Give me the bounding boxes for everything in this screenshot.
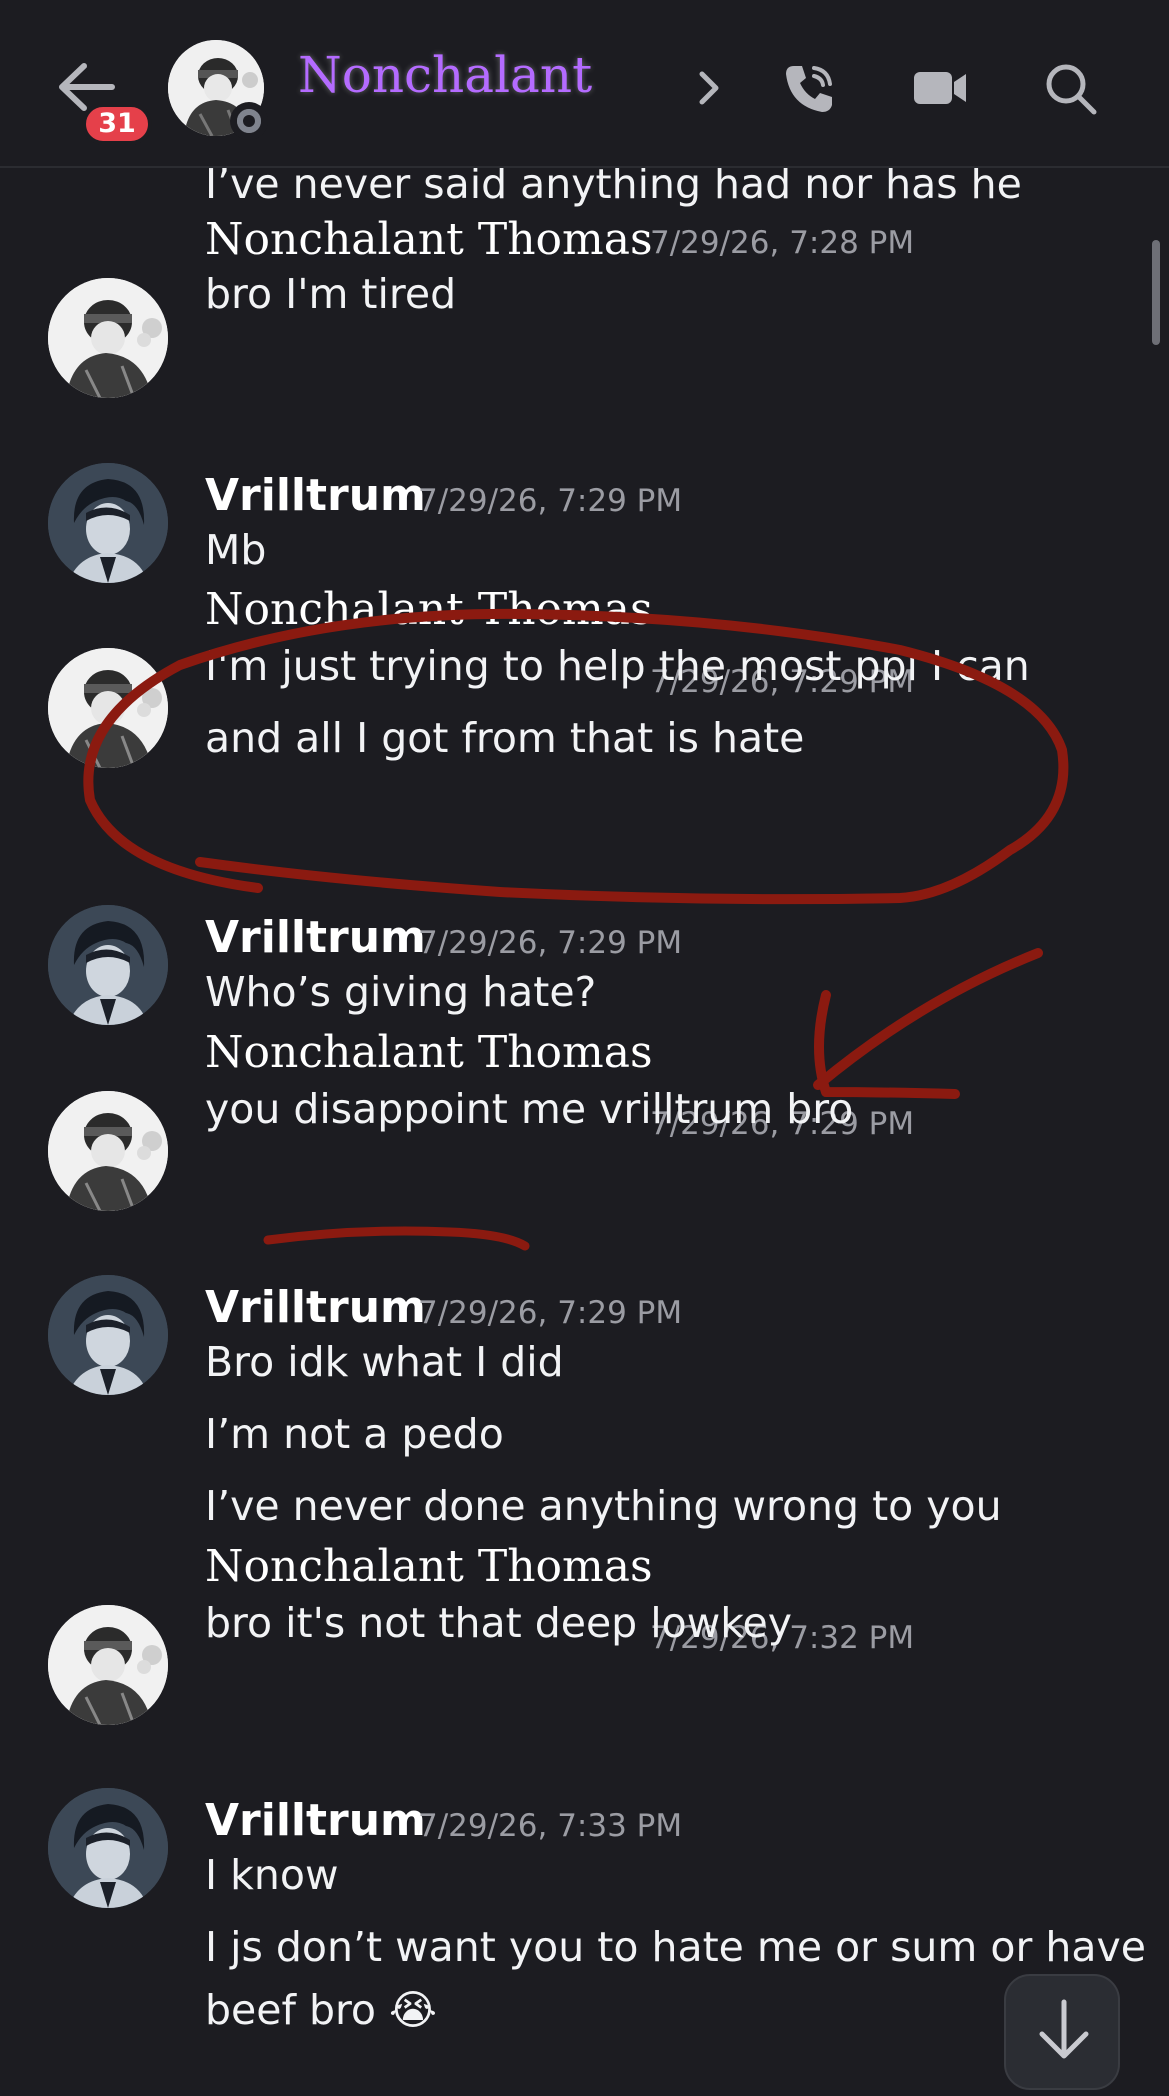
avatar[interactable]	[48, 1788, 168, 1908]
message-timestamp: 7/29/26, 7:29 PM	[418, 1295, 683, 1331]
avatar-illustration	[48, 278, 168, 398]
channel-details-button[interactable]	[694, 64, 724, 112]
video-call-button[interactable]	[910, 58, 970, 118]
chevron-right-icon	[699, 71, 719, 105]
message-line: Mb	[205, 526, 267, 574]
avatar-illustration	[48, 905, 168, 1025]
chat-header: 31 Nonchalant	[0, 0, 1169, 168]
avatar-illustration	[48, 1275, 168, 1395]
avatar[interactable]	[48, 1275, 168, 1395]
message-timestamp: 7/29/26, 7:28 PM	[650, 225, 915, 261]
message-line: I know	[205, 1851, 339, 1899]
message-line: bro I'm tired	[205, 270, 457, 318]
message-line: and all I got from that is hate	[205, 714, 805, 762]
arrow-down-icon	[1039, 1999, 1089, 2059]
message-line: I’ve never done anything wrong to you	[205, 1482, 1002, 1530]
message-line: I’ve never said anything had nor has he	[205, 168, 1022, 208]
message-line: I’m not a pedo	[205, 1410, 504, 1458]
message-line: you disappoint me vrilltrum bro	[205, 1085, 854, 1133]
message-line: beef bro 😭	[205, 1986, 437, 2034]
jump-to-present-button[interactable]	[1004, 1974, 1120, 2090]
message-line: Bro idk what I did	[205, 1338, 564, 1386]
message-author[interactable]: Vrilltrum	[205, 470, 426, 521]
avatar[interactable]	[48, 1091, 168, 1211]
avatar[interactable]	[48, 1605, 168, 1725]
message-line: bro it's not that deep lowkey	[205, 1599, 793, 1647]
message-timestamp: 7/29/26, 7:33 PM	[418, 1808, 683, 1844]
message-timestamp: 7/29/26, 7:29 PM	[418, 483, 683, 519]
video-camera-icon	[914, 72, 966, 104]
message-list[interactable]: I’ve never said anything had nor has he …	[0, 168, 1169, 2067]
message-author[interactable]: Vrilltrum	[205, 1282, 426, 1333]
avatar-illustration	[48, 463, 168, 583]
channel-title[interactable]: Nonchalant	[298, 46, 592, 104]
message-author[interactable]: Nonchalant Thomas	[205, 584, 653, 635]
avatar-illustration	[48, 1605, 168, 1725]
message-author[interactable]: Nonchalant Thomas	[205, 1541, 653, 1592]
avatar[interactable]	[48, 278, 168, 398]
search-button[interactable]	[1040, 58, 1100, 118]
unread-badge: 31	[82, 103, 152, 145]
search-icon	[1046, 64, 1097, 115]
voice-call-button[interactable]	[780, 58, 840, 118]
message-author[interactable]: Vrilltrum	[205, 1795, 426, 1846]
message-line: I'm just trying to help the most ppl I c…	[205, 642, 1030, 690]
avatar[interactable]	[48, 463, 168, 583]
scrollbar-thumb[interactable]	[1152, 240, 1160, 345]
avatar-illustration	[48, 648, 168, 768]
message-author[interactable]: Vrilltrum	[205, 912, 426, 963]
message-timestamp: 7/29/26, 7:29 PM	[418, 925, 683, 961]
avatar-illustration	[48, 1788, 168, 1908]
message-author[interactable]: Nonchalant Thomas	[205, 214, 653, 265]
message-line: Who’s giving hate?	[205, 968, 597, 1016]
avatar[interactable]	[48, 905, 168, 1025]
phone-call-icon	[786, 66, 832, 112]
avatar-illustration	[48, 1091, 168, 1211]
message-author[interactable]: Nonchalant Thomas	[205, 1027, 653, 1078]
avatar[interactable]	[48, 648, 168, 768]
message-line: I js don’t want you to hate me or sum or…	[205, 1923, 1146, 1971]
status-offline-icon	[230, 102, 268, 140]
